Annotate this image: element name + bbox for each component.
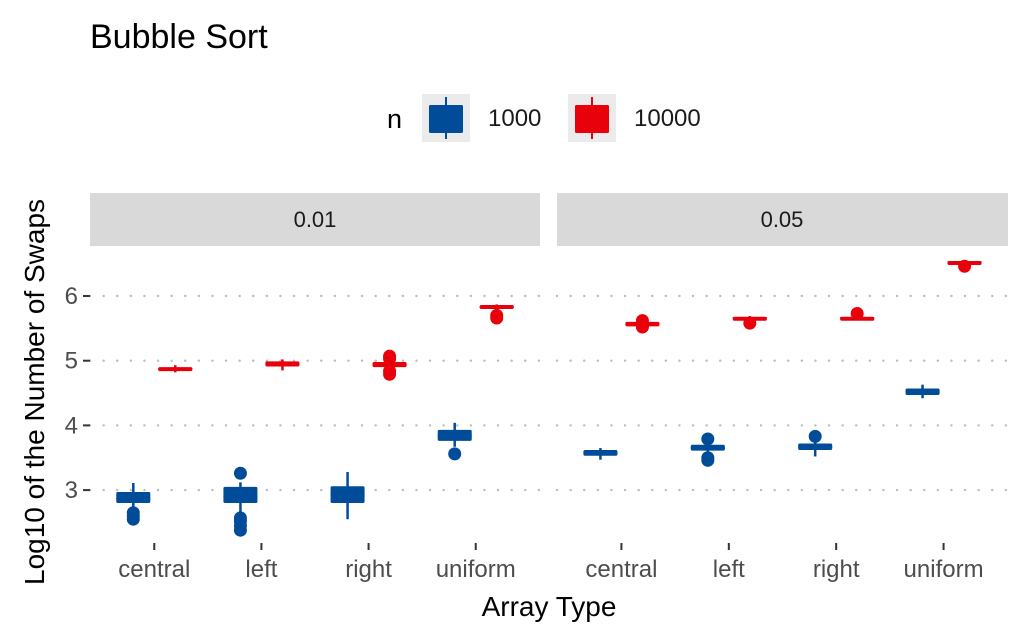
y-tick-label: 6 xyxy=(65,283,78,310)
box-10000-central xyxy=(625,314,660,334)
x-tick-label: left xyxy=(713,556,745,583)
x-axis: central left right uniform central left right u… xyxy=(118,543,984,583)
x-tick-label: uniform xyxy=(904,556,984,583)
legend-label-1000: 1000 xyxy=(488,105,541,132)
box-1000-left xyxy=(223,466,258,537)
box-10000-right xyxy=(372,349,407,381)
outlier-point xyxy=(126,506,140,520)
outlier-point xyxy=(383,352,397,366)
outlier-point xyxy=(233,511,247,525)
chart-title: Bubble Sort xyxy=(90,18,268,56)
x-tick-label: central xyxy=(585,556,657,583)
outlier-point xyxy=(958,259,972,273)
box-1000-uniform xyxy=(437,422,472,461)
legend-key-1000 xyxy=(422,94,470,142)
strip-label: 0.05 xyxy=(761,207,804,232)
facet-strip-0: 0.01 xyxy=(90,193,540,246)
x-tick-label: left xyxy=(245,556,277,583)
outlier-point xyxy=(701,432,715,446)
legend-title: n xyxy=(387,104,402,134)
box-1000-central xyxy=(583,448,618,460)
x-tick-label: right xyxy=(813,556,860,583)
strip-label: 0.01 xyxy=(294,207,337,232)
x-tick-label: central xyxy=(118,556,190,583)
x-axis-title: Array Type xyxy=(482,591,617,622)
facet-strip-1: 0.05 xyxy=(557,193,1008,246)
y-tick-label: 4 xyxy=(65,412,78,439)
box-10000-uniform xyxy=(479,304,514,325)
x-tick-label: uniform xyxy=(436,556,516,583)
box-10000-left xyxy=(732,316,767,330)
x-tick-label: right xyxy=(345,556,392,583)
outlier-point xyxy=(383,367,397,381)
y-tick-label: 3 xyxy=(65,477,78,504)
box-body xyxy=(223,486,258,504)
box-1000-left xyxy=(690,432,725,467)
outlier-point xyxy=(743,316,757,330)
gridlines xyxy=(88,294,1010,492)
box-1000-right xyxy=(798,429,833,457)
legend: n 1000 10000 xyxy=(387,94,701,142)
outlier-point xyxy=(490,311,504,325)
outlier-point xyxy=(850,306,864,320)
y-axis-title: Log10 of the Number of Swaps xyxy=(19,199,50,585)
box-10000-uniform xyxy=(947,259,982,273)
y-tick-label: 5 xyxy=(65,348,78,375)
box-10000-right xyxy=(840,306,875,321)
outlier-point xyxy=(233,466,247,480)
outlier-point xyxy=(448,447,462,461)
legend-label-10000: 10000 xyxy=(634,105,701,132)
box-1000-uniform xyxy=(905,384,940,399)
boxes xyxy=(116,259,982,537)
outlier-point xyxy=(635,314,649,328)
legend-box-icon xyxy=(575,105,609,133)
box-1000-right xyxy=(330,471,365,520)
outlier-point xyxy=(808,429,822,443)
outlier-point xyxy=(701,453,715,467)
legend-box-icon xyxy=(429,105,463,133)
legend-key-10000 xyxy=(568,94,616,142)
boxplot-chart: Bubble Sort n 1000 10000 0.01 0.05 3456 … xyxy=(19,18,1010,622)
box-10000-central xyxy=(158,365,193,373)
y-axis: 3 4 5 6 xyxy=(65,283,90,504)
